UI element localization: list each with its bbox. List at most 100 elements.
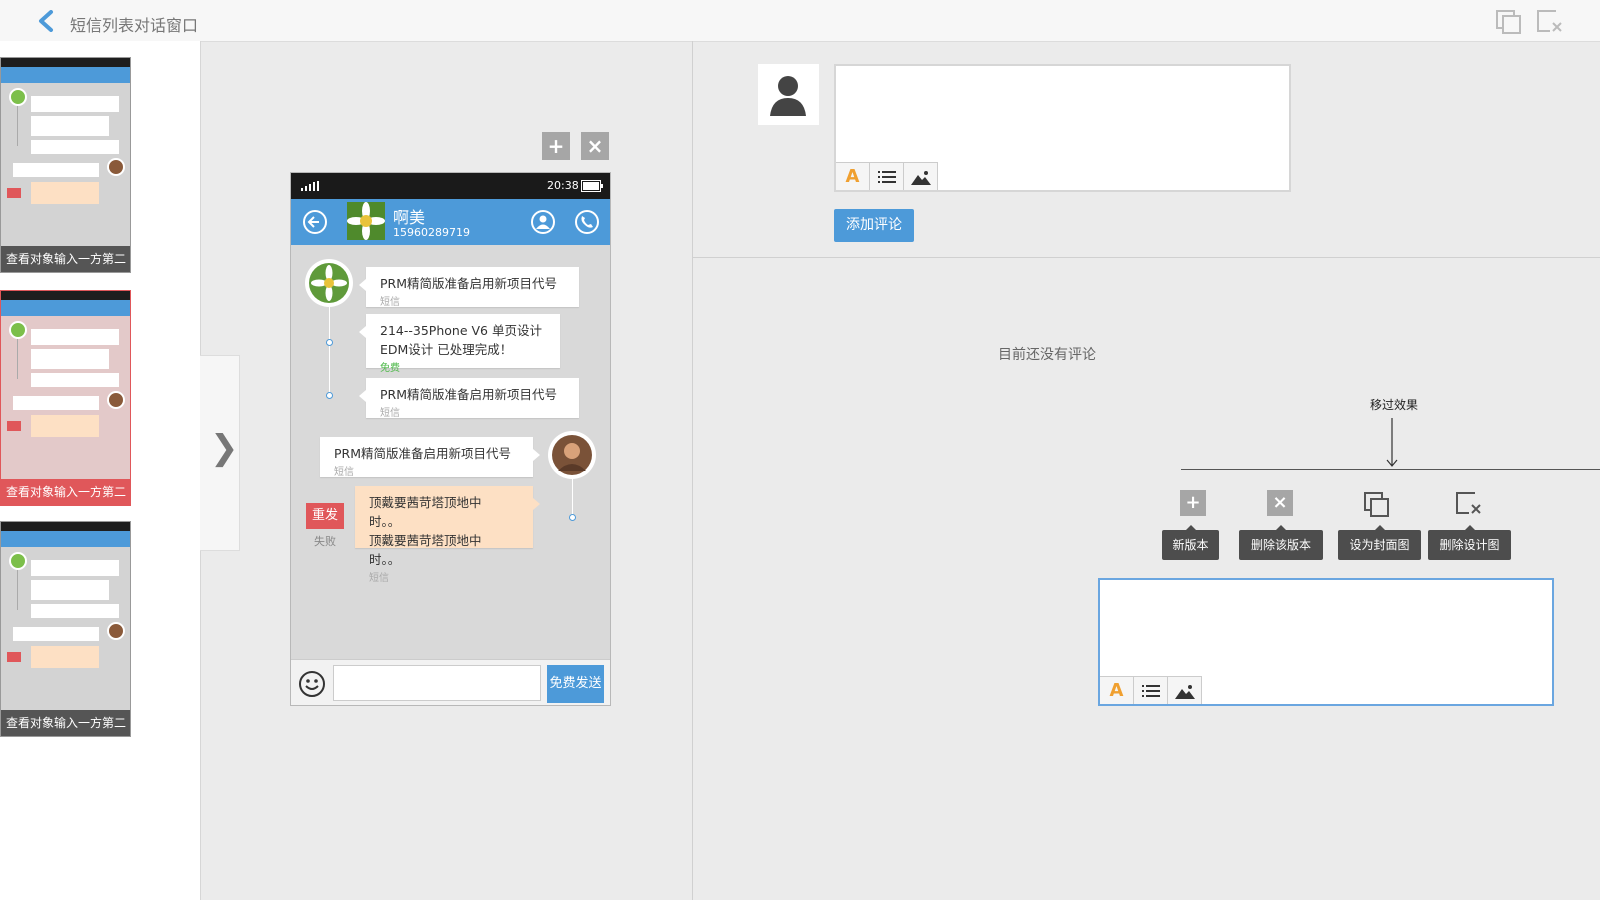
message-type: 短信	[380, 408, 400, 419]
thumb-bubble	[31, 604, 119, 618]
timeline-line	[329, 307, 330, 397]
delete-design-tooltip: 删除设计图	[1428, 525, 1511, 560]
thumb-nav-bar	[1, 531, 130, 547]
add-version-button[interactable]: +	[542, 132, 570, 160]
thumb-resend	[7, 421, 21, 431]
thumb-line	[17, 339, 18, 379]
thumb-bubble	[31, 349, 109, 369]
message-type: 短信	[380, 297, 400, 308]
message-bubble: 214--35Phone V6 单页设计 EDM设计 已处理完成！ 免费	[359, 314, 560, 374]
thumbnail-item[interactable]: 查看对象输入一方第二	[0, 290, 131, 506]
user-timeline-avatar	[548, 431, 596, 479]
message-bubble: PRM精简版准备启用新项目代号 短信	[320, 437, 540, 478]
signal-icon	[301, 181, 319, 191]
user-avatar	[758, 64, 819, 125]
send-button[interactable]: 免费发送	[547, 665, 604, 703]
thumbnail-item[interactable]: 查看对象输入一方第二	[0, 57, 131, 273]
emoji-icon[interactable]	[298, 670, 326, 698]
message-text: 顶戴要茜苛塔顶地中 时。。	[369, 495, 495, 529]
message-input[interactable]	[333, 665, 541, 701]
thumb-bubble	[31, 415, 99, 437]
thumb-bubble	[31, 373, 119, 387]
message-text: PRM精简版准备启用新项目代号	[380, 387, 558, 402]
message-type: 短信	[334, 467, 354, 478]
thumbnail-caption: 查看对象输入一方第二	[1, 246, 130, 272]
empty-comments-text: 目前还没有评论	[998, 347, 1096, 363]
message-text: PRM精简版准备启用新项目代号	[334, 446, 512, 461]
failed-message-bubble: 顶戴要茜苛塔顶地中 时。。 顶戴要茜苛塔顶地中 时。。 短信	[355, 486, 540, 584]
phone-call-icon[interactable]	[575, 210, 599, 234]
thumb-avatar	[9, 88, 27, 106]
thumb-line	[17, 570, 18, 610]
close-window-icon[interactable]	[1537, 10, 1563, 34]
thumb-avatar	[107, 158, 125, 176]
list-icon[interactable]	[870, 162, 904, 190]
resend-button[interactable]: 重发	[306, 503, 344, 529]
thumb-bubble	[31, 116, 109, 136]
delete-design-icon[interactable]	[1455, 491, 1483, 519]
timeline-line	[572, 479, 573, 517]
thumbnail-item[interactable]: 查看对象输入一方第二	[0, 521, 131, 737]
new-version-button[interactable]: +	[1180, 490, 1206, 516]
set-cover-tooltip: 设为封面图	[1338, 525, 1421, 560]
thumbnail-caption: 查看对象输入一方第二	[1, 710, 130, 736]
hover-divider	[1181, 469, 1600, 470]
send-failed-label: 失败	[314, 535, 336, 548]
contact-profile-icon[interactable]	[531, 210, 555, 234]
page-title: 短信列表对话窗口	[70, 16, 199, 35]
thumb-status-bar	[1, 58, 130, 67]
delete-version-button[interactable]: ×	[581, 132, 609, 160]
copy-cover-icon[interactable]	[1363, 491, 1391, 519]
font-color-icon[interactable]: A	[836, 162, 870, 190]
editor-toolbar: A	[836, 162, 938, 190]
delete-version-tooltip: 删除该版本	[1239, 525, 1323, 560]
hover-effect-label: 移过效果	[1370, 398, 1419, 412]
thumb-bubble	[13, 396, 99, 410]
thumb-avatar	[107, 391, 125, 409]
message-text: 顶戴要茜苛塔顶地中 时。。	[369, 533, 495, 567]
delete-version-button-hover[interactable]: ×	[1267, 490, 1293, 516]
image-icon[interactable]	[904, 162, 938, 190]
comment-editor-focused[interactable]: A	[1098, 578, 1554, 706]
thumb-resend	[7, 652, 21, 662]
timeline-dot	[569, 514, 576, 521]
phone-nav-bar: 啊美 15960289719	[291, 199, 610, 245]
thumb-nav-bar	[1, 300, 130, 316]
phone-status-bar: 20:38	[291, 173, 610, 199]
thumb-avatar	[9, 321, 27, 339]
message-bubble: PRM精简版准备启用新项目代号 短信	[359, 267, 579, 308]
thumb-bubble	[13, 627, 99, 641]
contact-number: 15960289719	[393, 226, 470, 239]
thumb-avatar	[107, 622, 125, 640]
timeline-dot	[326, 392, 333, 399]
thumb-bubble	[13, 163, 99, 177]
thumb-bubble	[31, 182, 99, 204]
chevron-right-icon: ❯	[210, 428, 239, 468]
thumb-bubble	[31, 140, 119, 154]
add-comment-button[interactable]: 添加评论	[834, 209, 914, 242]
editor-toolbar: A	[1100, 676, 1202, 704]
thumb-bubble	[31, 560, 119, 576]
thumb-status-bar	[1, 291, 130, 300]
comment-editor[interactable]: A	[834, 64, 1291, 192]
copy-window-icon[interactable]	[1496, 10, 1522, 34]
expand-sidebar-tab[interactable]: ❯	[200, 355, 240, 551]
thumb-bubble	[31, 96, 119, 112]
thumb-bubble	[31, 329, 119, 345]
phone-back-icon[interactable]	[303, 210, 327, 234]
image-icon[interactable]	[1168, 676, 1202, 704]
phone-time: 20:38	[547, 179, 579, 192]
title-bar: 短信列表对话窗口	[0, 0, 1600, 42]
battery-icon	[581, 180, 603, 192]
message-text: EDM设计 已处理完成！	[380, 342, 513, 357]
comment-divider	[693, 257, 1600, 258]
message-text: 214--35Phone V6 单页设计	[380, 323, 542, 338]
list-icon[interactable]	[1134, 676, 1168, 704]
back-arrow-icon[interactable]	[36, 10, 58, 32]
timeline-dot	[326, 339, 333, 346]
down-arrow-icon	[1386, 418, 1398, 467]
font-color-icon[interactable]: A	[1100, 676, 1134, 704]
thumb-status-bar	[1, 522, 130, 531]
thumb-avatar	[9, 552, 27, 570]
thumbnail-caption: 查看对象输入一方第二	[1, 479, 130, 505]
